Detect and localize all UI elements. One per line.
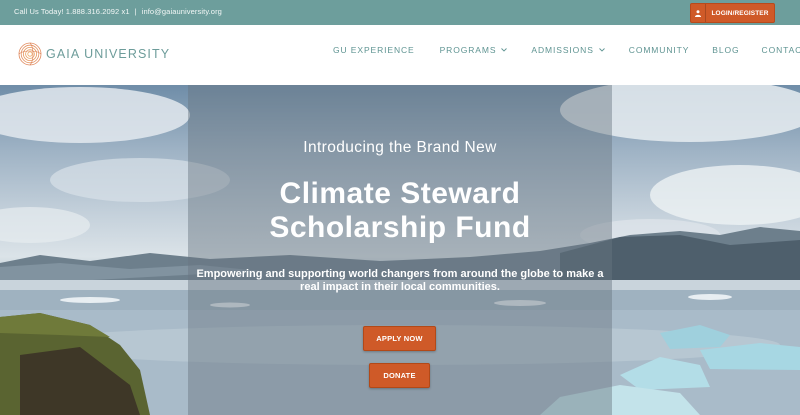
brand-logo[interactable]: GAIA UNIVERSITY [18,42,170,66]
main-nav: GU EXPERIENCE PROGRAMS ADMISSIONS COMMUN… [333,45,800,55]
contact-info: Call Us Today! 1.888.316.2092 x1 | info@ga… [14,7,222,16]
nav-item-label: GU EXPERIENCE [333,45,415,55]
nav-item-label: CONTACT [761,45,800,55]
top-bar: Call Us Today! 1.888.316.2092 x1 | info@ga… [0,0,800,25]
hero-banner: Introducing the Brand New Climate Stewar… [0,85,800,415]
hero-subtext-line: real impact in their local communities. [300,281,500,293]
login-register-button[interactable]: LOGIN/REGISTER [690,3,775,23]
hero-intro: Introducing the Brand New [303,139,497,156]
nav-item-admissions[interactable]: ADMISSIONS [531,45,605,55]
login-register-label: LOGIN/REGISTER [711,9,769,17]
nav-item-community[interactable]: COMMUNITY [629,45,690,55]
main-header: GAIA UNIVERSITY GU EXPERIENCE PROGRAMS A… [0,25,800,85]
chevron-down-icon [598,48,605,52]
nav-item-label: BLOG [712,45,740,55]
nav-item-label: COMMUNITY [628,45,690,55]
nav-item-label: ADMISSIONS [531,45,594,55]
nav-item-label: PROGRAMS [439,45,497,55]
nav-item-gu-experience[interactable]: GU EXPERIENCE [333,45,415,55]
brand-name: GAIA UNIVERSITY [46,47,171,61]
nav-item-programs[interactable]: PROGRAMS [440,45,508,55]
donate-button[interactable]: DONATE [369,363,430,388]
hero-subtext: Empowering and supporting world changers… [188,268,612,294]
nav-item-blog[interactable]: BLOG [712,45,739,55]
hero-headline: Climate Steward Scholarship Fund [188,177,612,245]
hero-headline-line: Climate Steward [279,177,521,210]
spiral-logo-icon [18,42,42,66]
contact-separator: | [134,7,137,16]
nav-item-contact[interactable]: CONTACT [762,45,800,55]
hero-subtext-line: Empowering and supporting world changers… [196,268,604,280]
hero-headline-line: Scholarship Fund [269,211,531,244]
chevron-down-icon [501,48,508,52]
apply-now-button[interactable]: APPLY NOW [363,326,436,351]
email-link[interactable]: info@gaiauniversity.org [142,7,222,16]
phone-number[interactable]: Call Us Today! 1.888.316.2092 x1 [14,7,130,16]
user-icon [691,4,706,22]
